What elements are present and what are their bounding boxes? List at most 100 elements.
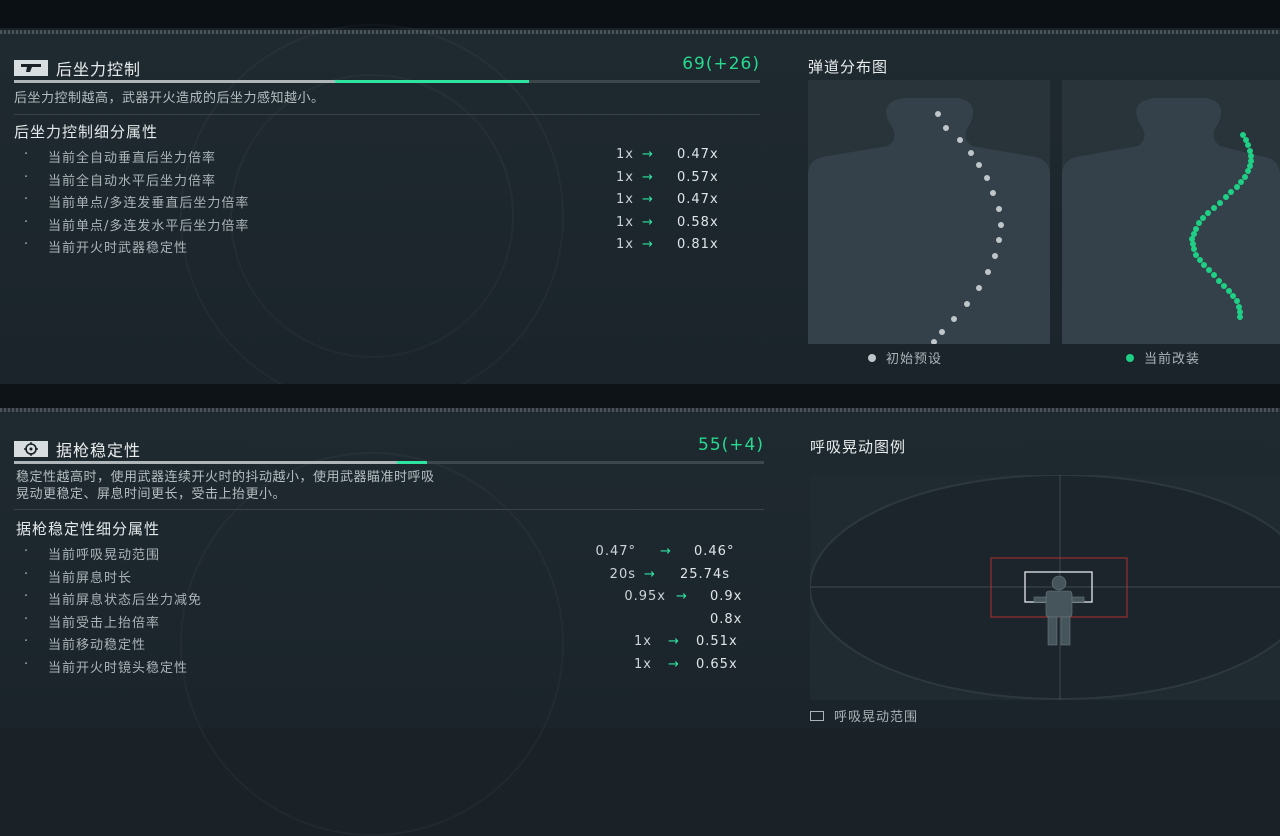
recoil-base-fill — [14, 80, 335, 83]
impact-point — [1230, 293, 1236, 299]
recoil-subtitle: 后坐力控制细分属性 — [14, 123, 159, 141]
impact-point — [1226, 288, 1232, 294]
recoil-stat-row: · 当前单点/多连发水平后坐力倍率 1x → 0.58x — [24, 215, 754, 237]
recoil-stat-row: · 当前单点/多连发垂直后坐力倍率 1x → 0.47x — [24, 192, 754, 214]
divider — [14, 114, 760, 115]
impact-point — [968, 150, 974, 156]
bullet: · — [24, 147, 29, 162]
stability-stat-row: · 当前屏息状态后坐力减免 0.95x → 0.9x — [24, 589, 764, 611]
stability-gain-fill — [396, 461, 427, 464]
impact-point — [996, 206, 1002, 212]
stat-from: 0.95x — [624, 589, 666, 604]
impact-point — [1191, 246, 1197, 252]
stability-score: 55(+4) — [698, 435, 764, 455]
impact-point — [1211, 272, 1217, 278]
stat-from: 20s — [609, 567, 636, 582]
impact-point — [957, 137, 963, 143]
legend-default: 初始预设 — [868, 348, 942, 367]
impact-point — [939, 329, 945, 335]
stability-progress-bar — [14, 461, 764, 464]
impact-point — [990, 190, 996, 196]
stat-to: 0.8x — [710, 612, 743, 627]
bullet: · — [24, 634, 29, 649]
recoil-stat-row: · 当前全自动水平后坐力倍率 1x → 0.57x — [24, 170, 754, 192]
stability-stat-row: · 当前开火时镜头稳定性 1x → 0.65x — [24, 657, 764, 679]
impact-point — [1236, 304, 1242, 310]
impact-point — [976, 285, 982, 291]
legend-current-label: 当前改装 — [1144, 352, 1201, 367]
recoil-progress-bar — [14, 80, 760, 83]
sway-legend-box-icon — [810, 710, 824, 721]
stability-subtitle: 据枪稳定性细分属性 — [16, 520, 161, 538]
stat-label: 当前单点/多连发水平后坐力倍率 — [48, 219, 250, 234]
arrow-right-icon: → — [642, 170, 653, 185]
recoil-title: 后坐力控制 — [56, 60, 142, 79]
impact-point — [1205, 210, 1211, 216]
impact-point — [992, 253, 998, 259]
recoil-score: 69(+26) — [682, 54, 760, 74]
stability-header: 据枪稳定性 — [14, 437, 141, 461]
impact-point — [951, 316, 957, 322]
arrow-right-icon: → — [642, 237, 653, 252]
stat-to: 0.58x — [677, 215, 719, 230]
impact-point — [1234, 298, 1240, 304]
impact-point — [1228, 189, 1234, 195]
impact-point — [1201, 262, 1207, 268]
arrow-right-icon: → — [676, 589, 687, 604]
impact-point — [1221, 283, 1227, 289]
bullet: · — [24, 612, 29, 627]
stability-stat-row: · 当前移动稳定性 1x → 0.51x — [24, 634, 764, 656]
bullet: · — [24, 657, 29, 672]
stat-from: 1x — [616, 147, 634, 162]
bullet: · — [24, 192, 29, 207]
impact-point — [1189, 236, 1195, 242]
stat-from: 1x — [616, 237, 634, 252]
stat-label: 当前单点/多连发垂直后坐力倍率 — [48, 196, 250, 211]
sway-legend-label: 呼吸晃动范围 — [834, 710, 919, 725]
legend-default-dot — [868, 353, 876, 362]
recoil-stat-row: · 当前全自动垂直后坐力倍率 1x → 0.47x — [24, 147, 754, 169]
sway-legend: 呼吸晃动范围 — [810, 706, 918, 725]
arrow-right-icon: → — [642, 215, 653, 230]
stat-label: 当前移动稳定性 — [48, 638, 147, 653]
arrow-right-icon: → — [668, 657, 679, 672]
stat-label: 当前受击上抬倍率 — [48, 616, 161, 631]
stability-stat-row: · 当前呼吸晃动范围 0.47° → 0.46° — [24, 544, 764, 566]
stability-base-fill — [14, 461, 397, 464]
stat-from: 1x — [616, 192, 634, 207]
impact-point — [984, 175, 990, 181]
stat-label: 当前屏息状态后坐力减免 — [48, 593, 203, 608]
recoil-stat-row: · 当前开火时武器稳定性 1x → 0.81x — [24, 237, 754, 259]
legend-current-dot — [1126, 353, 1134, 362]
stat-label: 当前全自动水平后坐力倍率 — [48, 174, 217, 189]
trajectory-chart-title: 弹道分布图 — [808, 58, 889, 76]
stat-label: 当前呼吸晃动范围 — [48, 548, 161, 563]
impact-point — [1200, 215, 1206, 221]
impact-point — [1211, 205, 1217, 211]
impact-point — [1245, 168, 1251, 174]
stat-to: 0.47x — [677, 147, 719, 162]
crosshair-icon — [14, 441, 48, 457]
impact-point — [1217, 200, 1223, 206]
stat-from: 1x — [616, 215, 634, 230]
recoil-gain-fill — [334, 80, 529, 83]
stat-from: 0.47° — [595, 544, 636, 559]
trajectory-chart — [808, 80, 1280, 344]
recoil-header: 后坐力控制 — [14, 56, 141, 80]
impact-point — [996, 237, 1002, 243]
arrow-right-icon: → — [668, 634, 679, 649]
impact-point — [1190, 241, 1196, 247]
arrow-right-icon: → — [642, 192, 653, 207]
impact-point — [1247, 148, 1253, 154]
impact-point — [1242, 174, 1248, 180]
impact-point — [1216, 278, 1222, 284]
impact-point — [943, 125, 949, 131]
stat-to: 0.47x — [677, 192, 719, 207]
recoil-control-panel: 后坐力控制 69(+26) 后坐力控制越高，武器开火造成的后坐力感知越小。 后坐… — [0, 34, 1280, 384]
bullet: · — [24, 589, 29, 604]
impact-point — [1238, 179, 1244, 185]
arrow-right-icon: → — [642, 147, 653, 162]
stat-to: 0.51x — [696, 634, 738, 649]
impact-point — [1245, 142, 1251, 148]
stat-from: 1x — [616, 170, 634, 185]
